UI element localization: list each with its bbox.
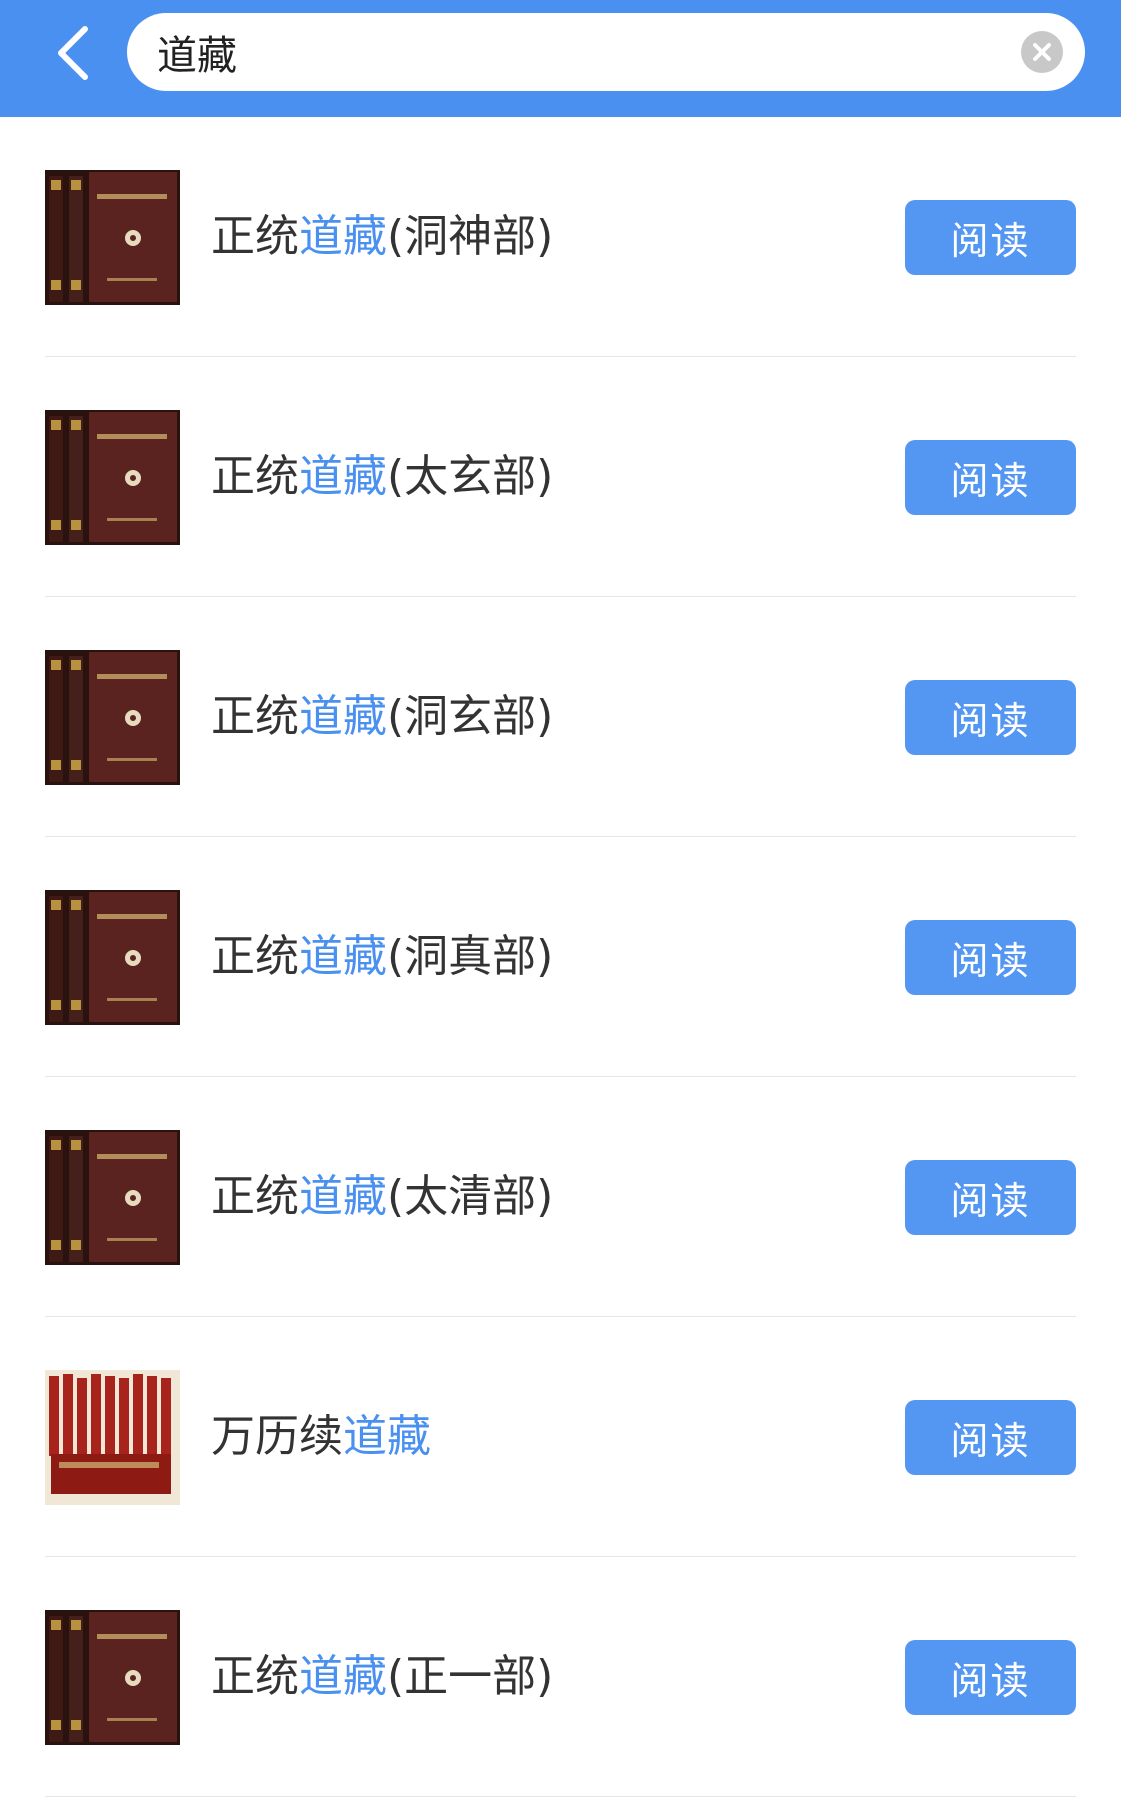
search-box (127, 13, 1085, 91)
result-row[interactable]: 正统道藏(太玄部) 阅读 (45, 357, 1076, 597)
read-button[interactable]: 阅读 (905, 440, 1076, 515)
title-highlight: 道藏 (299, 1171, 387, 1222)
result-row[interactable]: 正统道藏(洞玄部) 阅读 (45, 597, 1076, 837)
top-bar (0, 0, 1121, 117)
book-cover-image[interactable] (45, 1610, 180, 1745)
title-highlight: 道藏 (299, 451, 387, 502)
read-button[interactable]: 阅读 (905, 200, 1076, 275)
result-row[interactable]: 正统道藏(洞神部) 阅读 (45, 117, 1076, 357)
read-button[interactable]: 阅读 (905, 1640, 1076, 1715)
title-highlight: 道藏 (343, 1411, 431, 1462)
search-input[interactable] (157, 13, 997, 91)
back-button[interactable] (38, 18, 108, 88)
title-highlight: 道藏 (299, 1651, 387, 1702)
book-title[interactable]: 正统道藏(洞神部) (211, 205, 553, 269)
title-suffix: (太清部) (387, 1171, 554, 1222)
book-cover-image[interactable] (45, 410, 180, 545)
clear-search-button[interactable] (1021, 31, 1063, 73)
title-prefix: 正统 (211, 451, 299, 502)
title-prefix: 正统 (211, 1171, 299, 1222)
book-title[interactable]: 万历续道藏 (211, 1405, 431, 1469)
book-cover-image[interactable] (45, 1130, 180, 1265)
title-prefix: 正统 (211, 211, 299, 262)
result-row[interactable]: 正统道藏(洞真部) 阅读 (45, 837, 1076, 1077)
result-row[interactable]: 正统道藏(太清部) 阅读 (45, 1077, 1076, 1317)
title-prefix: 正统 (211, 931, 299, 982)
close-icon (1033, 43, 1051, 61)
chevron-left-icon (58, 26, 88, 80)
book-title[interactable]: 正统道藏(太玄部) (211, 445, 553, 509)
result-row[interactable]: 万历续道藏 阅读 (45, 1317, 1076, 1557)
read-button[interactable]: 阅读 (905, 920, 1076, 995)
title-prefix: 正统 (211, 691, 299, 742)
title-suffix: (洞玄部) (387, 691, 554, 742)
title-highlight: 道藏 (299, 211, 387, 262)
title-suffix: (洞真部) (387, 931, 554, 982)
title-prefix: 正统 (211, 1651, 299, 1702)
title-suffix: (太玄部) (387, 451, 554, 502)
book-title[interactable]: 正统道藏(太清部) (211, 1165, 553, 1229)
read-button[interactable]: 阅读 (905, 1400, 1076, 1475)
title-prefix: 万历续 (211, 1411, 343, 1462)
read-button[interactable]: 阅读 (905, 680, 1076, 755)
book-cover-image[interactable] (45, 1370, 180, 1505)
read-button[interactable]: 阅读 (905, 1160, 1076, 1235)
book-cover-image[interactable] (45, 890, 180, 1025)
book-title[interactable]: 正统道藏(洞真部) (211, 925, 553, 989)
title-highlight: 道藏 (299, 691, 387, 742)
book-title[interactable]: 正统道藏(正一部) (211, 1645, 553, 1709)
title-suffix: (洞神部) (387, 211, 554, 262)
title-suffix: (正一部) (387, 1651, 554, 1702)
book-cover-image[interactable] (45, 650, 180, 785)
result-row[interactable]: 正统道藏(正一部) 阅读 (45, 1557, 1076, 1797)
book-cover-image[interactable] (45, 170, 180, 305)
title-highlight: 道藏 (299, 931, 387, 982)
search-results-list: 正统道藏(洞神部) 阅读 正统道藏(太玄部) 阅读 正统道藏(洞玄部) 阅读 正统道藏(洞真… (0, 117, 1121, 1797)
book-title[interactable]: 正统道藏(洞玄部) (211, 685, 553, 749)
